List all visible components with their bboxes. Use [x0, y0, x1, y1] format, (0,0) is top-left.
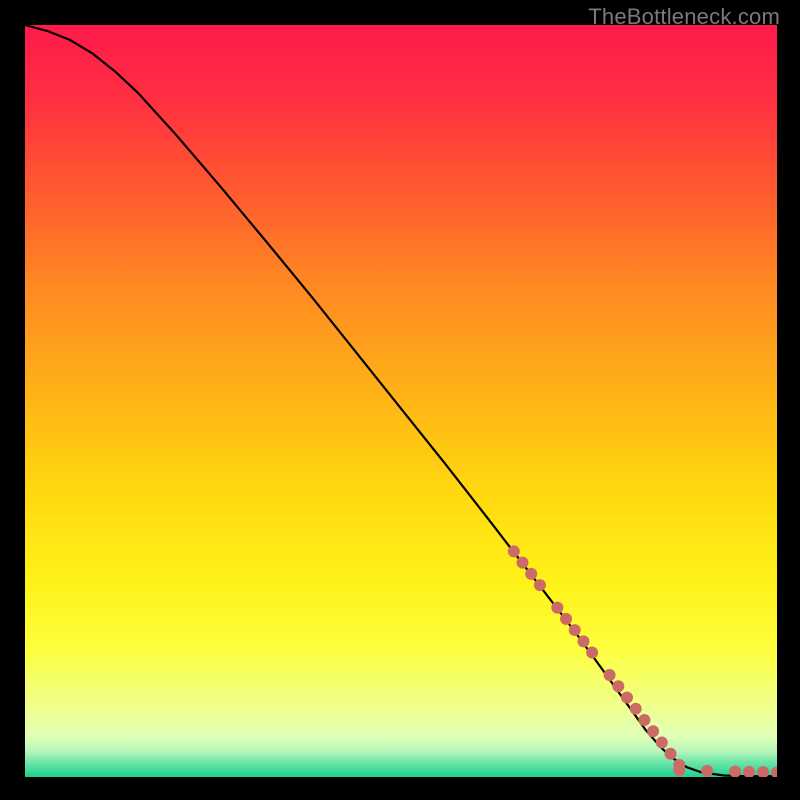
overlay-dot [604, 669, 616, 681]
overlay-dot [612, 680, 624, 692]
chart-background [25, 25, 777, 777]
overlay-dot [586, 647, 598, 659]
overlay-dot [647, 725, 659, 737]
overlay-dot [560, 613, 572, 625]
overlay-dot [577, 635, 589, 647]
overlay-dot [621, 692, 633, 704]
overlay-dot [673, 764, 685, 776]
overlay-dot [729, 766, 741, 777]
overlay-dot [525, 568, 537, 580]
overlay-dot [508, 545, 520, 557]
overlay-dot [701, 765, 713, 777]
overlay-dot [534, 579, 546, 591]
overlay-dot [517, 557, 529, 569]
overlay-dot [551, 602, 563, 614]
chart-plot-area [25, 25, 777, 777]
overlay-dot [630, 703, 642, 715]
overlay-dot [656, 736, 668, 748]
chart-stage: TheBottleneck.com [0, 0, 800, 800]
overlay-dot [665, 748, 677, 760]
watermark-text: TheBottleneck.com [588, 4, 780, 30]
chart-svg [25, 25, 777, 777]
overlay-dot [569, 624, 581, 636]
overlay-dot [638, 714, 650, 726]
